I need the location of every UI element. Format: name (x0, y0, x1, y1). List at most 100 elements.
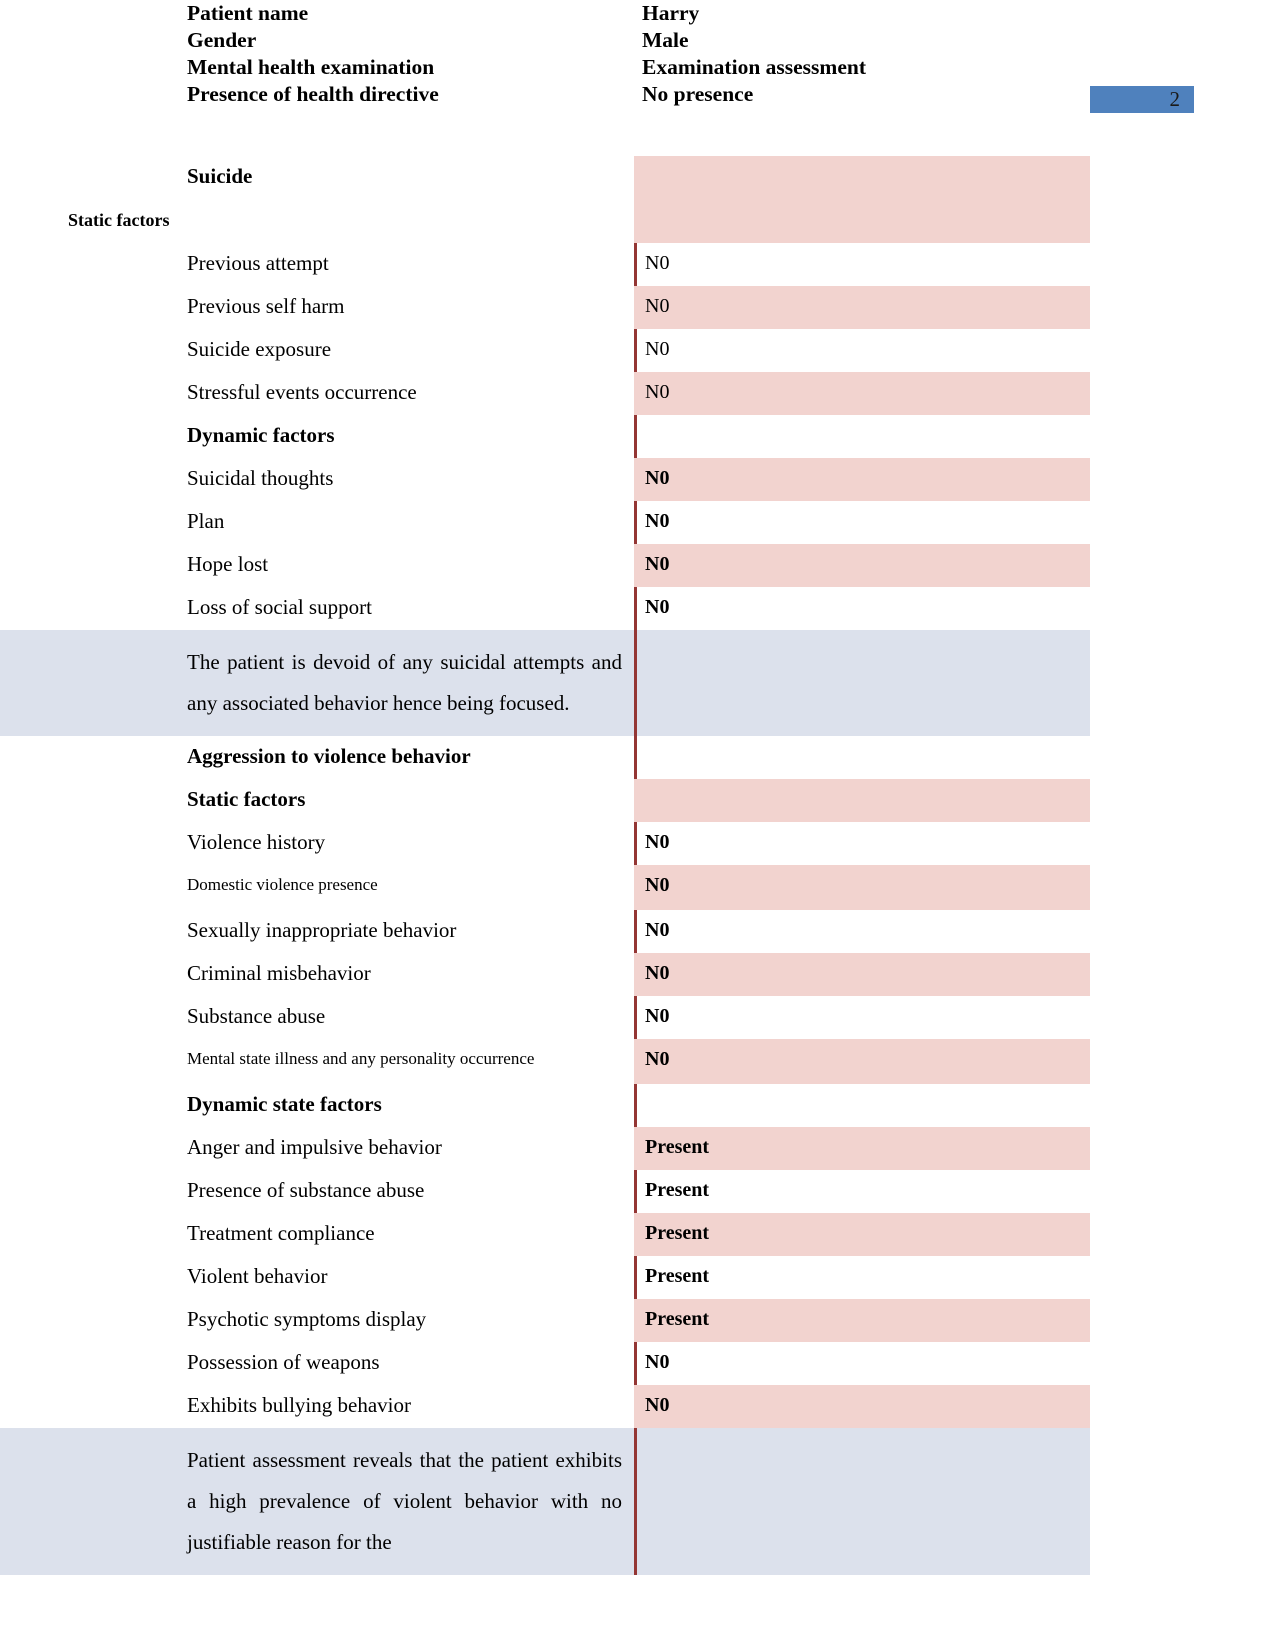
narrative-row: Patient assessment reveals that the pati… (0, 1428, 1275, 1575)
row-label: Domestic violence presence (187, 875, 378, 894)
row-value: Present (634, 1170, 1090, 1213)
row-label: Violence history (187, 830, 326, 854)
row-label: Stressful events occurrence (187, 380, 417, 404)
row-label: Exhibits bullying behavior (187, 1393, 411, 1417)
row-value (634, 1084, 1090, 1127)
table-row: Previous attempt N0 (0, 243, 1275, 286)
table-row: Stressful events occurrence N0 (0, 372, 1275, 415)
row-label: Suicide (187, 164, 253, 188)
row-label: Patient assessment reveals that the pati… (0, 1428, 634, 1575)
row-label: Loss of social support (187, 595, 372, 619)
row-label: Aggression to violence behavior (187, 744, 471, 768)
row-label: Suicidal thoughts (187, 466, 334, 490)
row-value (634, 200, 1090, 243)
row-label: Suicide exposure (187, 337, 332, 361)
table-row: Sexually inappropriate behavior N0 (0, 910, 1275, 953)
row-value: N0 (634, 822, 1090, 865)
meta-row: Mental health examination Examination ass… (187, 54, 1197, 81)
row-label: Hope lost (187, 552, 269, 576)
row-value: N0 (634, 996, 1090, 1039)
table-row: Suicide (0, 156, 1275, 200)
row-label: Anger and impulsive behavior (187, 1135, 442, 1159)
row-value: Present (634, 1127, 1090, 1170)
row-value: N0 (634, 329, 1090, 372)
row-label: Violent behavior (187, 1264, 328, 1288)
row-value: N0 (634, 910, 1090, 953)
row-label: Criminal misbehavior (187, 961, 371, 985)
row-value: N0 (634, 243, 1090, 286)
page-number-badge: 2 (1090, 86, 1194, 113)
row-label: Previous attempt (187, 251, 329, 275)
row-label: Static factors (187, 787, 306, 811)
meta-row: Patient name Harry (187, 0, 1197, 27)
row-label: Static factors (68, 210, 170, 230)
table-row: Previous self harm N0 (0, 286, 1275, 329)
row-value: N0 (634, 865, 1090, 910)
meta-value: Examination assessment (642, 55, 866, 79)
row-label: Previous self harm (187, 294, 345, 318)
table-row: Mental state illness and any personality… (0, 1039, 1275, 1084)
table-row: Loss of social support N0 (0, 587, 1275, 630)
row-value: N0 (634, 372, 1090, 415)
table-row: Criminal misbehavior N0 (0, 953, 1275, 996)
row-value: N0 (634, 1039, 1090, 1084)
meta-label: Patient name (187, 1, 309, 25)
table-row: Possession of weapons N0 (0, 1342, 1275, 1385)
row-value (634, 630, 1090, 736)
row-label: Presence of substance abuse (187, 1178, 425, 1202)
row-value (634, 736, 1090, 779)
row-value (634, 779, 1090, 822)
table-row: Anger and impulsive behavior Present (0, 1127, 1275, 1170)
row-label: Plan (187, 509, 225, 533)
row-value: N0 (634, 587, 1090, 630)
table-row: Hope lost N0 (0, 544, 1275, 587)
table-row: Suicidal thoughts N0 (0, 458, 1275, 501)
row-value: N0 (634, 1342, 1090, 1385)
meta-row: Gender Male (187, 27, 1197, 54)
row-label: Sexually inappropriate behavior (187, 918, 457, 942)
table-row: Substance abuse N0 (0, 996, 1275, 1039)
table-row: Violent behavior Present (0, 1256, 1275, 1299)
table-row: Dynamic factors (0, 415, 1275, 458)
table-row: Psychotic symptoms display Present (0, 1299, 1275, 1342)
row-value (634, 1428, 1090, 1575)
row-value: N0 (634, 458, 1090, 501)
meta-value: Harry (642, 1, 700, 25)
table-row: Plan N0 (0, 501, 1275, 544)
row-label: The patient is devoid of any suicidal at… (0, 630, 634, 736)
table-row: Aggression to violence behavior (0, 736, 1275, 779)
row-label: Mental state illness and any personality… (187, 1049, 535, 1068)
row-label: Treatment compliance (187, 1221, 375, 1245)
narrative-row: The patient is devoid of any suicidal at… (0, 630, 1275, 736)
row-label: Dynamic state factors (187, 1092, 382, 1116)
table-row: Static factors (0, 200, 1275, 243)
row-value: N0 (634, 1385, 1090, 1428)
row-value: Present (634, 1299, 1090, 1342)
meta-label: Gender (187, 28, 257, 52)
table-row: Presence of substance abuse Present (0, 1170, 1275, 1213)
table-row: Static factors (0, 779, 1275, 822)
row-value: Present (634, 1213, 1090, 1256)
row-value: N0 (634, 953, 1090, 996)
meta-label: Presence of health directive (187, 82, 439, 106)
row-value: N0 (634, 544, 1090, 587)
meta-value: Male (642, 28, 689, 52)
row-value (634, 156, 1090, 200)
row-value: N0 (634, 501, 1090, 544)
meta-row: Presence of health directive No presence (187, 81, 1197, 108)
table-row: Exhibits bullying behavior N0 (0, 1385, 1275, 1428)
table-row: Dynamic state factors (0, 1084, 1275, 1127)
table-row: Suicide exposure N0 (0, 329, 1275, 372)
row-value: N0 (634, 286, 1090, 329)
row-label: Psychotic symptoms display (187, 1307, 427, 1331)
row-value: Present (634, 1256, 1090, 1299)
risk-assessment-table: Suicide Static factors Previous attempt N0 P… (0, 156, 1275, 1575)
row-label: Substance abuse (187, 1004, 326, 1028)
table-row: Violence history N0 (0, 822, 1275, 865)
page-number-text: 2 (1169, 87, 1181, 111)
row-label: Dynamic factors (187, 423, 335, 447)
table-row: Domestic violence presence N0 (0, 865, 1275, 910)
row-value (634, 415, 1090, 458)
patient-meta-block: Patient name Harry Gender Male Mental health… (187, 0, 1197, 108)
meta-label: Mental health examination (187, 55, 435, 79)
